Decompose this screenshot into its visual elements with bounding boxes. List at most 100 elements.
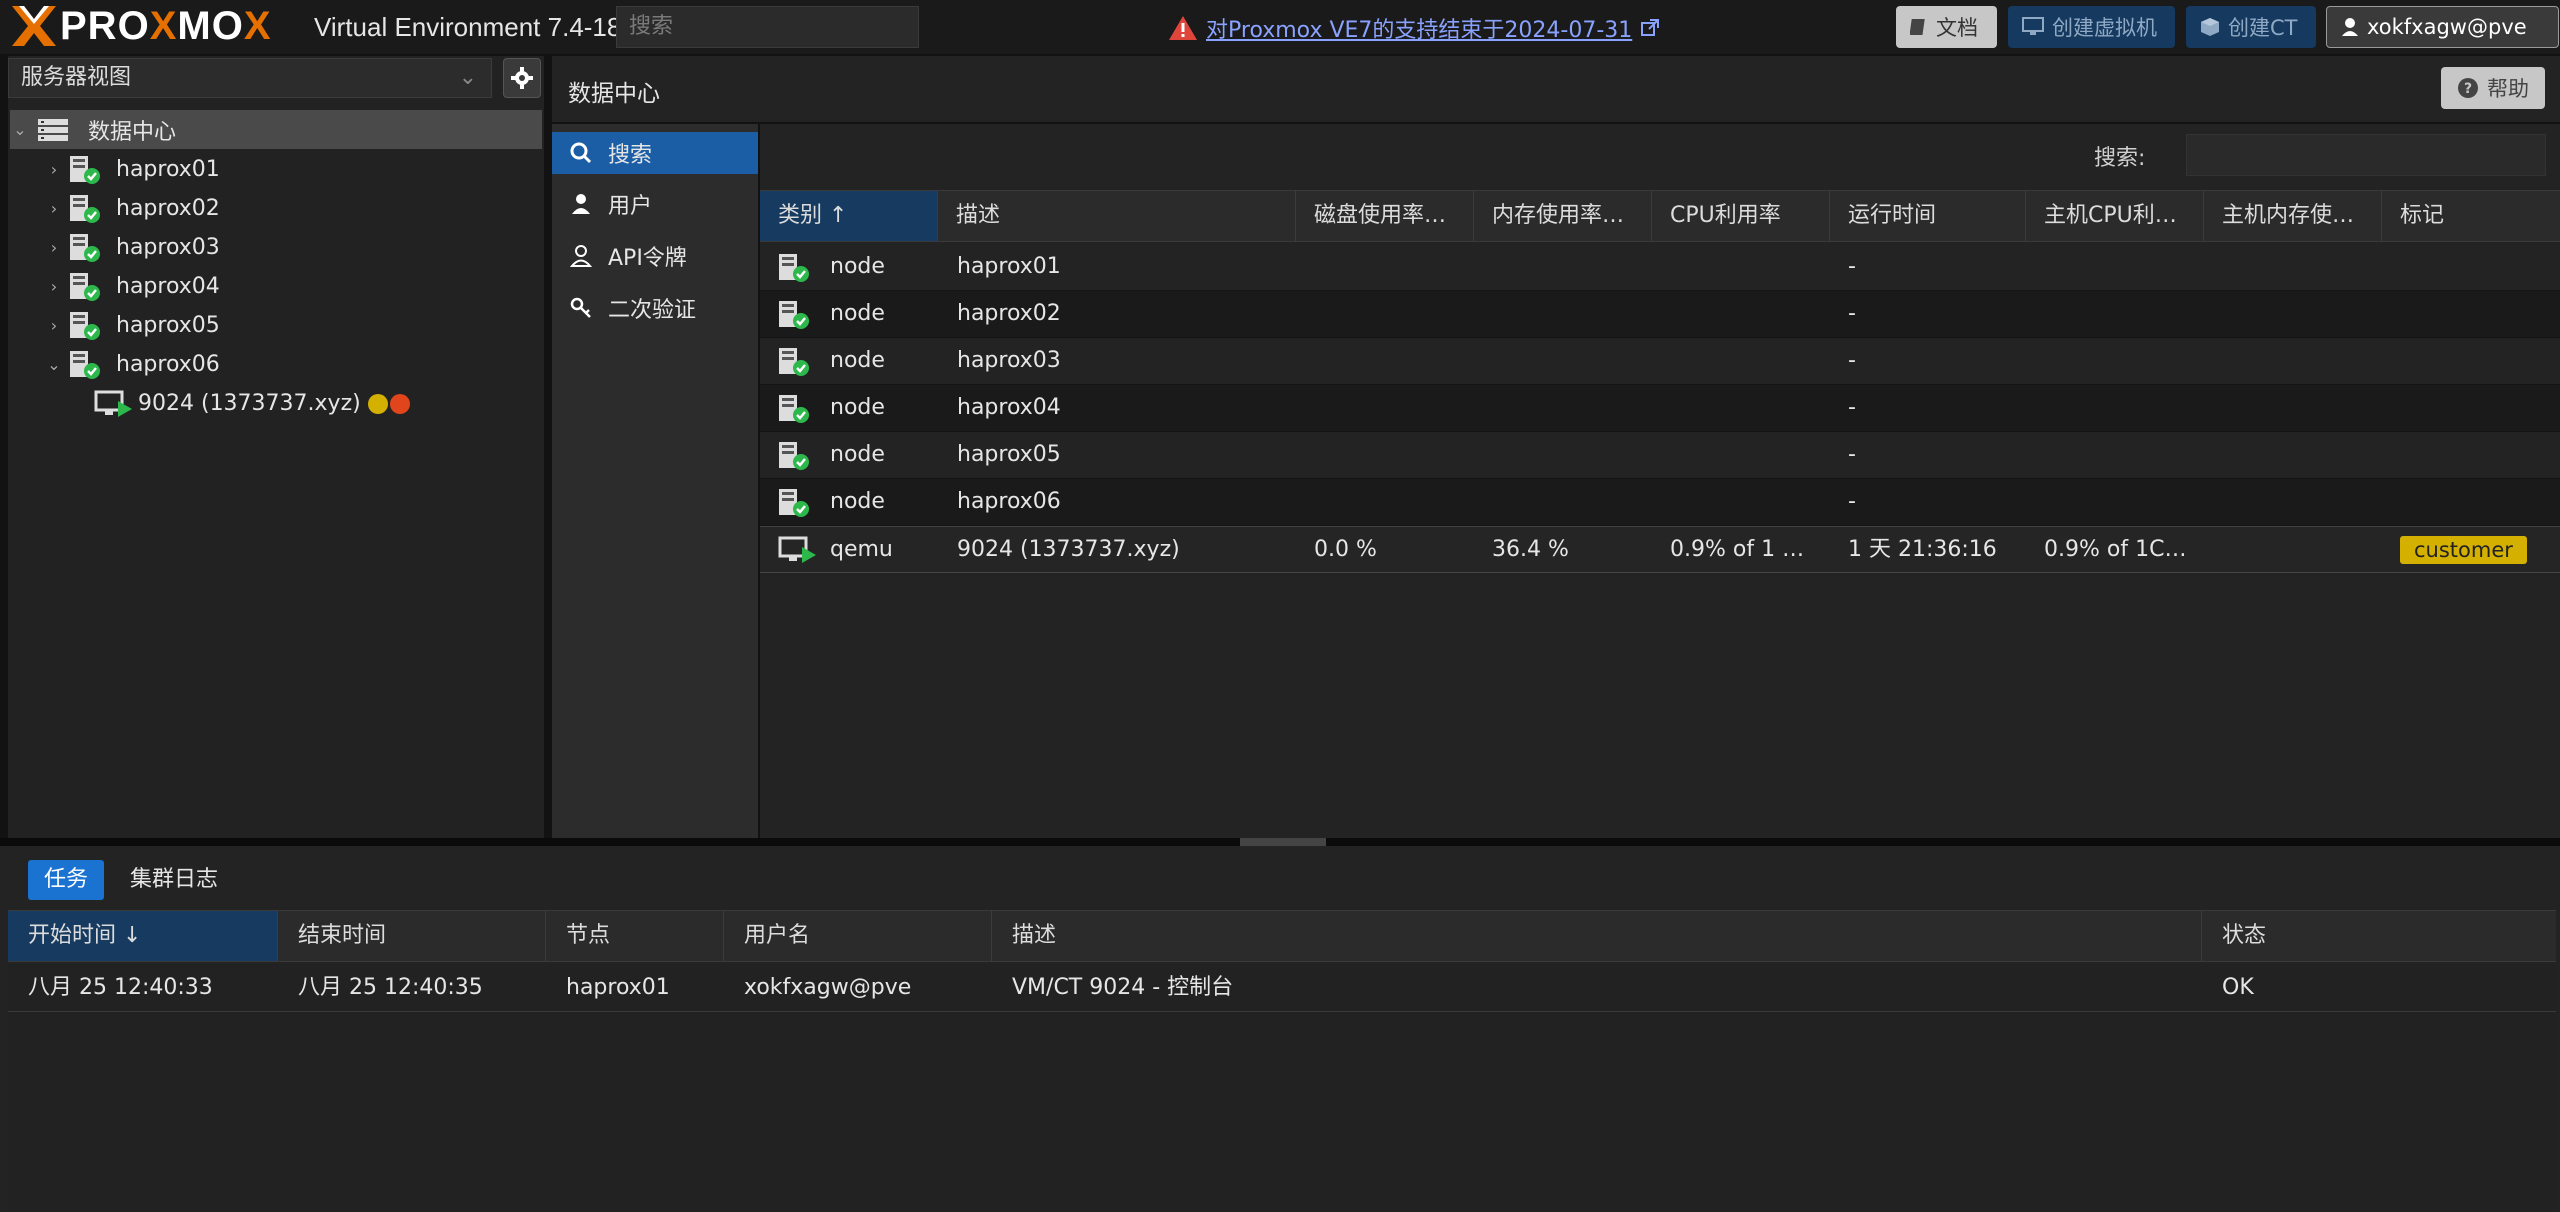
tree-item-haprox03[interactable]: › haprox03 xyxy=(44,228,534,267)
column-header-start-time[interactable]: 开始时间 ↓ xyxy=(8,911,278,961)
support-notice-text[interactable]: 对Proxmox VE7的支持结束于2024-07-31 xyxy=(1206,12,1632,44)
node-online-icon xyxy=(779,489,809,517)
tag-dots-icon xyxy=(367,393,410,414)
node-online-icon xyxy=(70,155,100,184)
cell-type: node xyxy=(830,442,885,467)
cell-uptime: - xyxy=(1848,301,1856,326)
tab-cluster-log[interactable]: 集群日志 xyxy=(114,860,234,900)
table-row[interactable]: node haprox06 - xyxy=(760,479,2560,526)
grid-search-input[interactable] xyxy=(2186,134,2546,176)
expand-chevron-icon[interactable]: › xyxy=(44,160,64,179)
create-vm-button[interactable]: 创建虚拟机 xyxy=(2008,6,2175,48)
cube-icon xyxy=(2201,18,2219,36)
tree-item-haprox01[interactable]: › haprox01 xyxy=(44,150,534,189)
user-menu-button[interactable]: xokfxagw@pve xyxy=(2326,6,2559,48)
cell-node: haprox01 xyxy=(566,975,670,1000)
expand-chevron-icon[interactable]: › xyxy=(44,199,64,218)
key-icon xyxy=(570,297,591,318)
column-header-cpu[interactable]: CPU利用率 xyxy=(1652,191,1830,241)
table-row[interactable]: node haprox03 - xyxy=(760,338,2560,385)
tag-customer[interactable]: customer xyxy=(2400,536,2527,564)
docs-button[interactable]: 文档 xyxy=(1896,6,1997,48)
cell-description: haprox04 xyxy=(957,395,1061,420)
cell-type: node xyxy=(830,301,885,326)
column-header-uptime[interactable]: 运行时间 xyxy=(1830,191,2026,241)
expand-chevron-icon[interactable]: › xyxy=(44,277,64,296)
tree-item-label: 数据中心 xyxy=(88,119,177,145)
cell-description: haprox01 xyxy=(957,254,1061,279)
proxmox-logo[interactable]: PROXMOX xyxy=(10,4,272,48)
cell-username: xokfxagw@pve xyxy=(744,975,912,1000)
support-notice-link[interactable]: 对Proxmox VE7的支持结束于2024-07-31 xyxy=(1168,12,1660,44)
column-header-username[interactable]: 用户名 xyxy=(724,911,992,961)
expand-chevron-icon[interactable]: › xyxy=(44,316,64,335)
tree-item-haprox06[interactable]: ⌄ haprox06 xyxy=(44,345,534,384)
help-button[interactable]: ? 帮助 xyxy=(2441,67,2545,109)
nav-label: 用户 xyxy=(608,194,653,219)
vm-running-icon xyxy=(94,390,132,417)
column-header-end-time[interactable]: 结束时间 xyxy=(278,911,546,961)
column-header-disk[interactable]: 磁盘使用率… xyxy=(1296,191,1474,241)
tree-item-vm-9024[interactable]: 9024 (1373737.xyz) xyxy=(94,384,534,423)
cell-description: haprox06 xyxy=(957,489,1061,514)
node-online-icon xyxy=(779,442,809,470)
user-icon xyxy=(572,194,590,214)
tree-settings-button[interactable] xyxy=(503,58,541,98)
nav-api-tokens[interactable]: API令牌 xyxy=(552,232,758,280)
tab-tasks[interactable]: 任务 xyxy=(28,860,105,900)
node-online-icon xyxy=(70,233,100,262)
table-row[interactable]: 八月 25 12:40:33 八月 25 12:40:35 haprox01 x… xyxy=(8,964,2556,1012)
cell-uptime: - xyxy=(1848,254,1856,279)
table-row[interactable]: node haprox01 - xyxy=(760,244,2560,291)
grid-header: 类别 ↑ 描述 磁盘使用率… 内存使用率… CPU利用率 运行时间 主机CPU利… xyxy=(760,190,2560,242)
column-header-status[interactable]: 状态 xyxy=(2202,911,2556,961)
tree-item-datacenter[interactable]: ⌄ 数据中心 xyxy=(10,110,542,149)
column-header-host-memory[interactable]: 主机内存使… xyxy=(2204,191,2382,241)
node-online-icon xyxy=(779,348,809,376)
column-header-host-cpu[interactable]: 主机CPU利… xyxy=(2026,191,2204,241)
tree-item-haprox04[interactable]: › haprox04 xyxy=(44,267,534,306)
external-link-icon xyxy=(1641,19,1660,36)
global-search-input[interactable]: 搜索 xyxy=(616,6,919,48)
cell-host-cpu: 0.9% of 1C… xyxy=(2044,537,2187,562)
warning-icon xyxy=(1169,16,1197,40)
cell-description: 9024 (1373737.xyz) xyxy=(957,537,1180,562)
column-header-description[interactable]: 描述 xyxy=(992,911,2202,961)
create-ct-button[interactable]: 创建CT xyxy=(2186,6,2316,48)
expand-chevron-icon[interactable]: › xyxy=(44,238,64,257)
column-header-type[interactable]: 类别 ↑ xyxy=(760,191,938,241)
tree-item-haprox05[interactable]: › haprox05 xyxy=(44,306,534,345)
column-header-node[interactable]: 节点 xyxy=(546,911,724,961)
view-selector[interactable]: 服务器视图 ⌄ xyxy=(8,58,492,98)
cell-type: node xyxy=(830,254,885,279)
search-icon xyxy=(570,142,592,164)
cell-cpu: 0.9% of 1 … xyxy=(1670,537,1805,562)
tree-item-label: haprox05 xyxy=(116,313,220,338)
table-row[interactable]: node haprox04 - xyxy=(760,385,2560,432)
node-online-icon xyxy=(779,395,809,423)
column-header-description[interactable]: 描述 xyxy=(938,191,1296,241)
nav-two-factor[interactable]: 二次验证 xyxy=(552,284,758,332)
splitter-handle[interactable] xyxy=(1240,838,1326,846)
tree-item-label: haprox04 xyxy=(116,274,220,299)
tree-item-label: haprox06 xyxy=(116,352,220,377)
collapse-chevron-icon[interactable]: ⌄ xyxy=(44,355,64,374)
node-online-icon xyxy=(70,194,100,223)
grid-search-label: 搜索: xyxy=(2094,146,2146,171)
table-row[interactable]: qemu 9024 (1373737.xyz) 0.0 % 36.4 % 0.9… xyxy=(760,526,2560,573)
nav-users[interactable]: 用户 xyxy=(552,180,758,228)
cell-description: haprox03 xyxy=(957,348,1061,373)
table-row[interactable]: node haprox05 - xyxy=(760,432,2560,479)
view-selector-value: 服务器视图 xyxy=(21,65,132,90)
node-online-icon xyxy=(779,254,809,282)
tree-item-haprox02[interactable]: › haprox02 xyxy=(44,189,534,228)
cell-description: VM/CT 9024 - 控制台 xyxy=(1012,975,1234,1000)
column-header-memory[interactable]: 内存使用率… xyxy=(1474,191,1652,241)
collapse-chevron-icon[interactable]: ⌄ xyxy=(10,120,30,139)
column-header-tags[interactable]: 标记 xyxy=(2382,191,2560,241)
help-icon: ? xyxy=(2458,78,2478,98)
book-icon xyxy=(1910,19,1925,35)
nav-search[interactable]: 搜索 xyxy=(552,132,758,174)
cell-type: qemu xyxy=(830,537,893,562)
table-row[interactable]: node haprox02 - xyxy=(760,291,2560,338)
